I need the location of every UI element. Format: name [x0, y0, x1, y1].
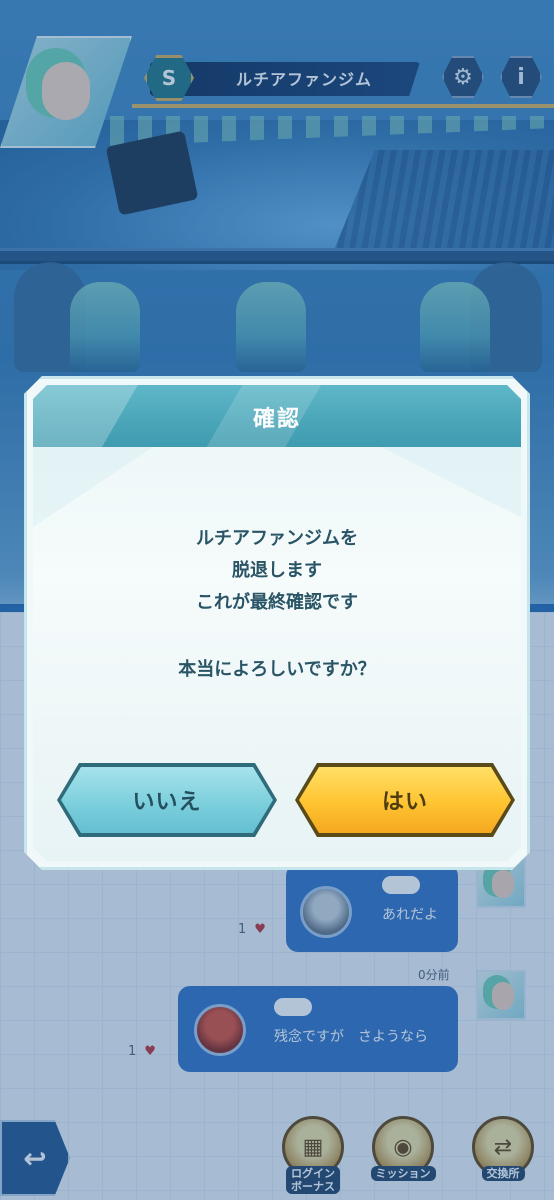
confirm-dialog: 確認 ルチアファンジムを 脱退します これが最終確認です 本当によろしいですか？…: [24, 376, 530, 870]
no-button[interactable]: いいえ: [57, 763, 277, 837]
message-line: ルチアファンジムを: [196, 528, 358, 549]
message-line: 脱退します: [232, 560, 322, 581]
dialog-decoration: [381, 447, 521, 517]
yes-button-label: はい: [381, 790, 428, 815]
dialog-decoration: [33, 447, 153, 527]
dialog-message: ルチアファンジムを 脱退します これが最終確認です: [33, 523, 521, 619]
dialog-question: 本当によろしいですか？: [178, 659, 376, 680]
dialog-body: 確認 ルチアファンジムを 脱退します これが最終確認です 本当によろしいですか？…: [33, 385, 521, 861]
dialog-title: 確認: [252, 407, 301, 432]
yes-button[interactable]: はい: [295, 763, 515, 837]
no-button-label: いいえ: [132, 790, 202, 815]
message-line: これが最終確認です: [196, 592, 358, 613]
